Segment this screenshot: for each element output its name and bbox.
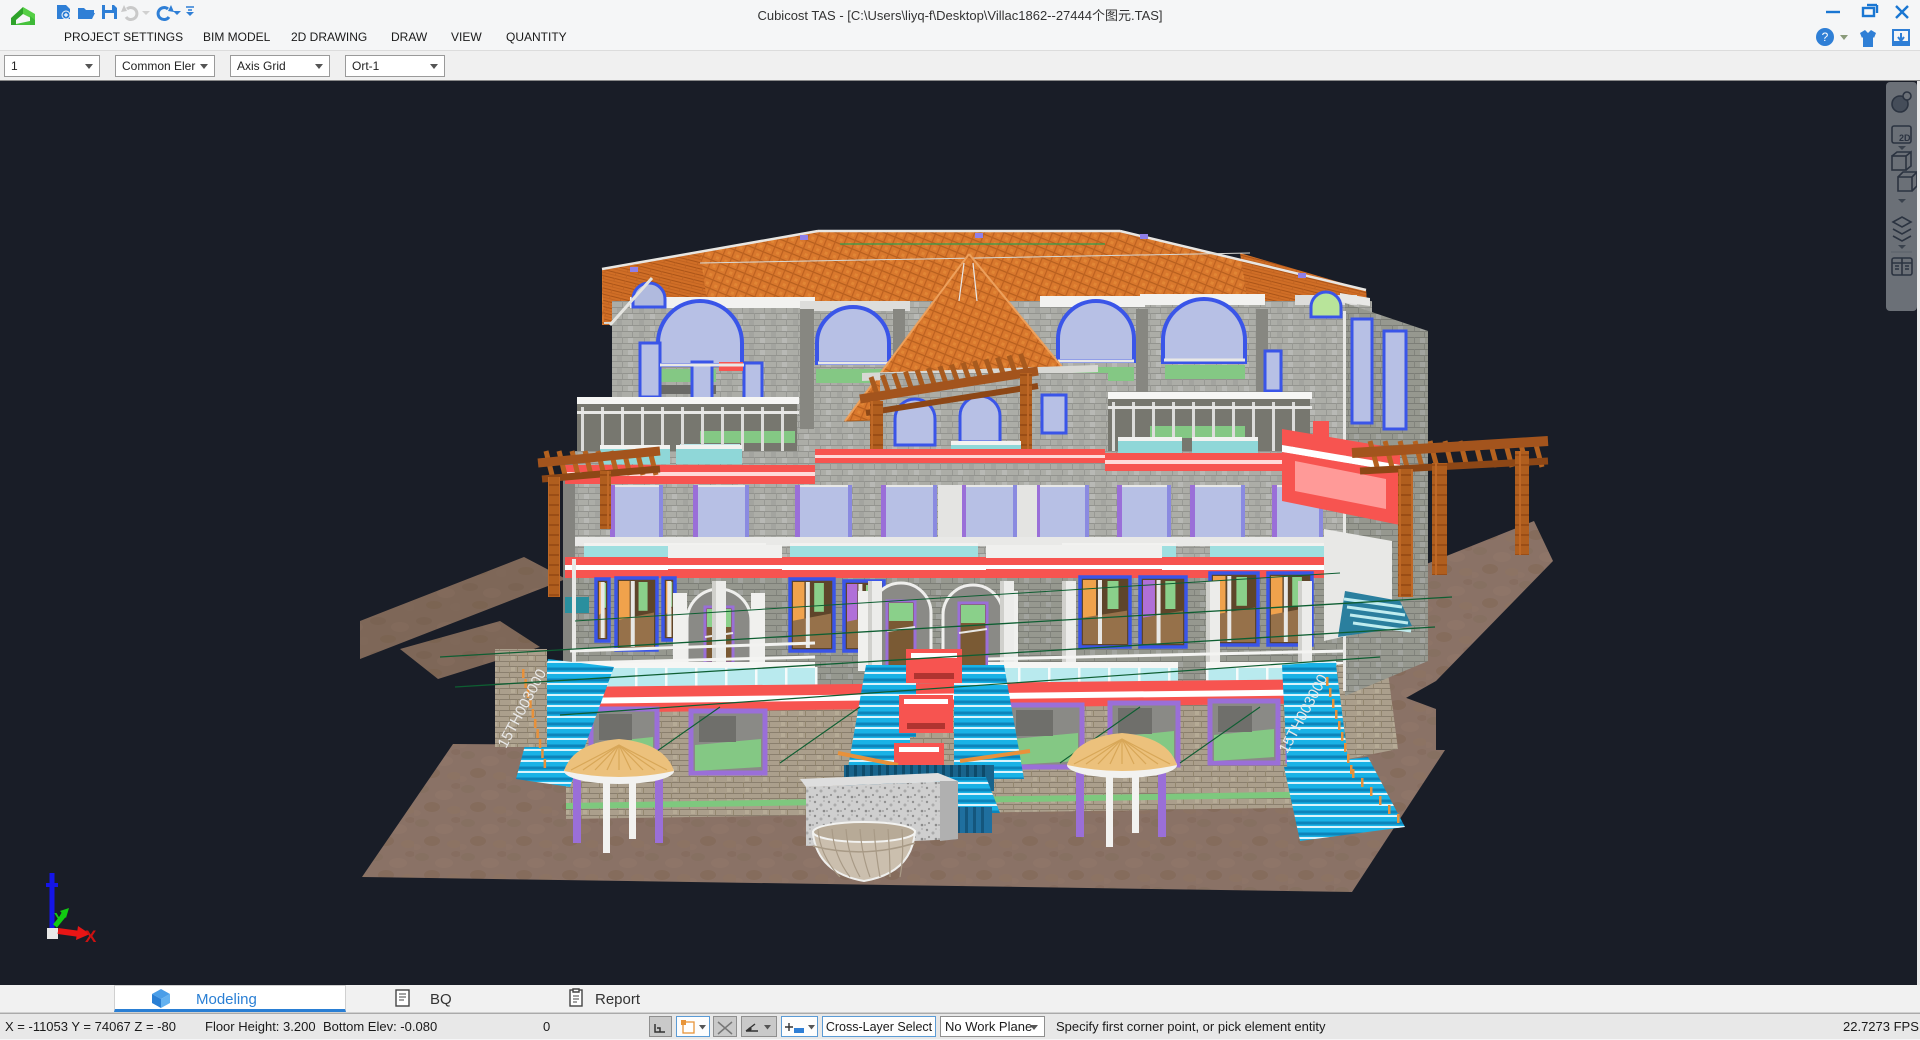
svg-text:?: ?: [1822, 30, 1829, 44]
svg-text:X: X: [85, 927, 97, 946]
svg-text:BQ: BQ: [430, 991, 452, 1008]
svg-text:Y: Y: [54, 910, 64, 927]
svg-text:Modeling: Modeling: [196, 991, 257, 1008]
svg-text:Report: Report: [595, 991, 641, 1008]
svg-text:2D: 2D: [1899, 133, 1911, 143]
